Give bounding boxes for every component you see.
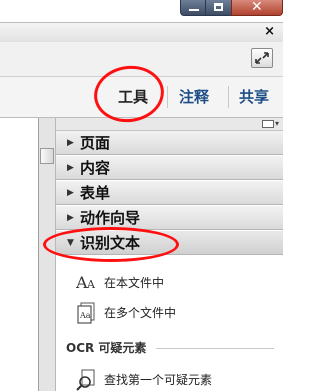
expand-triangle-icon: ▶ [67,163,74,173]
window-controls: ✕ [180,0,283,17]
section-forms[interactable]: ▶ 表单 [56,181,283,205]
multi-file-icon: Aa [77,302,95,324]
tab-comment[interactable]: 注释 [179,87,209,107]
tool-label: 在本文件中 [104,276,165,290]
close-window-button[interactable]: ✕ [231,0,283,16]
section-label: 动作向导 [80,209,141,227]
text-aa-icon: A A [76,273,96,292]
panel-header [56,118,283,131]
ocr-suspects-heading: OCR 可疑元素 [66,341,147,355]
tool-label: 在多个文件中 [104,306,177,320]
section-pages[interactable]: ▶ 页面 [56,131,283,155]
svg-text:Aa: Aa [79,311,91,320]
tab-divider [167,86,168,108]
document-bar: × [0,22,283,43]
tab-share[interactable]: 共享 [239,87,269,107]
section-action-wizard[interactable]: ▶ 动作向导 [56,206,283,230]
close-icon: ✕ [251,0,263,15]
red-circle-annotation [43,227,179,262]
expand-arrows-icon [255,52,269,64]
section-label: 页面 [80,134,111,152]
document-view[interactable] [0,118,39,391]
section-label: 表单 [80,184,111,202]
find-suspect-icon [76,369,95,391]
section-divider [156,348,274,349]
section-label: 内容 [80,159,111,177]
expand-triangle-icon: ▶ [67,138,74,148]
expand-triangle-icon: ▶ [67,213,74,223]
chevron-down-icon[interactable]: ▾ [275,119,279,129]
scrollbar-thumb[interactable] [40,148,54,164]
tab-divider [228,86,229,108]
maximize-button[interactable] [205,0,232,16]
tool-label: 查找第一个可疑元素 [104,373,213,387]
section-content[interactable]: ▶ 内容 [56,156,283,180]
maximize-icon [214,3,223,11]
close-document-button[interactable]: × [264,24,275,40]
full-screen-button[interactable] [251,48,273,68]
expand-triangle-icon: ▶ [67,188,74,198]
svg-text:A: A [86,278,96,291]
panel-options-icon[interactable] [262,120,274,128]
minimize-button[interactable] [180,0,206,16]
minimize-icon [189,9,199,11]
